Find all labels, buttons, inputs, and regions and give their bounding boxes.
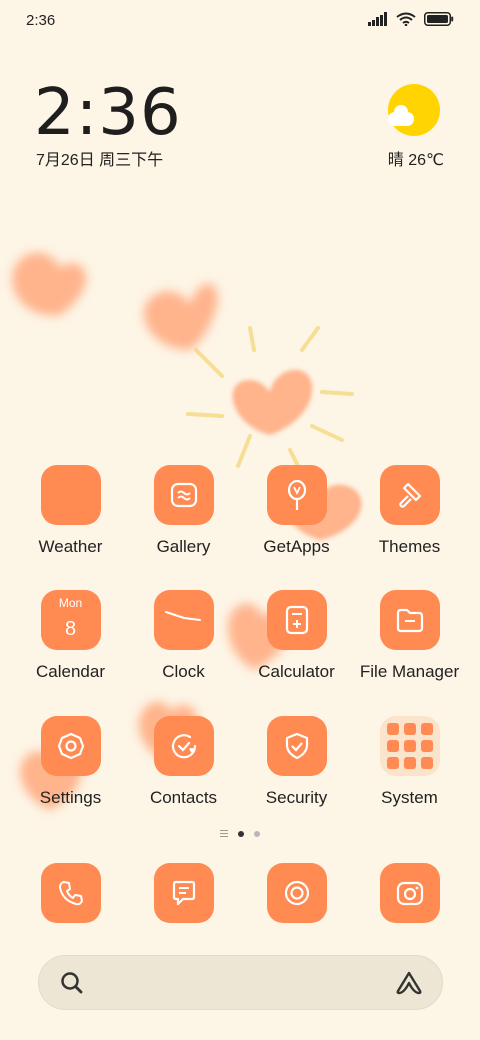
app-calendar[interactable]: Mon 8 Calendar [14, 590, 127, 682]
app-weather[interactable]: Weather [14, 465, 127, 557]
contacts-icon [153, 716, 214, 776]
app-label: Weather [38, 537, 103, 556]
dock-messages[interactable] [127, 863, 240, 923]
calendar-icon: Mon 8 [40, 590, 101, 650]
app-label: Contacts [149, 788, 218, 807]
app-themes[interactable]: Themes [353, 465, 466, 557]
status-time: 2:36 [26, 12, 56, 29]
app-drawer-indicator-icon[interactable] [220, 830, 228, 837]
app-label: Calendar [36, 662, 105, 681]
status-icons [368, 12, 454, 26]
assistant-icon[interactable] [394, 969, 424, 997]
dock-camera[interactable] [353, 863, 466, 923]
clock-icon [153, 590, 214, 650]
app-file-manager[interactable]: File Manager [353, 590, 466, 682]
phone-icon [40, 863, 101, 923]
app-label: Settings [39, 788, 102, 807]
app-label: Calculator [258, 662, 335, 681]
security-icon [266, 716, 327, 776]
app-label: Gallery [156, 537, 211, 556]
signal-icon [368, 12, 387, 26]
file-manager-icon [379, 590, 440, 650]
battery-icon [424, 12, 454, 26]
system-folder-icon [379, 716, 440, 776]
app-contacts[interactable]: Contacts [127, 716, 240, 808]
app-security[interactable]: Security [240, 716, 353, 808]
app-gallery[interactable]: Gallery [127, 465, 240, 557]
camera-icon [379, 863, 440, 923]
calendar-weekday: Mon [58, 596, 83, 610]
app-label: Themes [378, 537, 441, 556]
getapps-icon [266, 465, 327, 525]
app-settings[interactable]: Settings [14, 716, 127, 808]
app-clock[interactable]: Clock [127, 590, 240, 682]
app-system-folder[interactable]: System [353, 716, 466, 808]
page-dot[interactable] [254, 830, 260, 837]
browser-icon [266, 863, 327, 923]
page-indicator[interactable] [0, 830, 480, 837]
calendar-day: 8 [64, 618, 77, 640]
wifi-icon [396, 12, 416, 26]
weather-icon [40, 465, 101, 525]
app-calculator[interactable]: Calculator [240, 590, 353, 682]
themes-icon [379, 465, 440, 525]
app-label: Clock [162, 662, 205, 681]
page-dot-active[interactable] [238, 830, 244, 837]
clock-widget-time[interactable]: 2:36 [34, 76, 182, 150]
gallery-icon [153, 465, 214, 525]
dock-browser[interactable] [240, 863, 353, 923]
app-label: System [381, 788, 438, 807]
app-label: Security [265, 788, 328, 807]
weather-widget[interactable]: 晴 26℃ [388, 84, 444, 169]
search-icon[interactable] [59, 970, 85, 996]
weather-widget-text: 晴 26℃ [387, 152, 444, 169]
status-bar: 2:36 [0, 0, 480, 40]
app-label: File Manager [359, 662, 460, 681]
settings-icon [40, 716, 101, 776]
app-getapps[interactable]: GetApps [240, 465, 353, 557]
app-label: GetApps [263, 537, 330, 556]
search-bar[interactable] [38, 955, 443, 1010]
messages-icon [153, 863, 214, 923]
calculator-icon [266, 590, 327, 650]
dock-phone[interactable] [14, 863, 127, 923]
clock-widget-date[interactable]: 7月26日 周三下午 [36, 146, 163, 170]
